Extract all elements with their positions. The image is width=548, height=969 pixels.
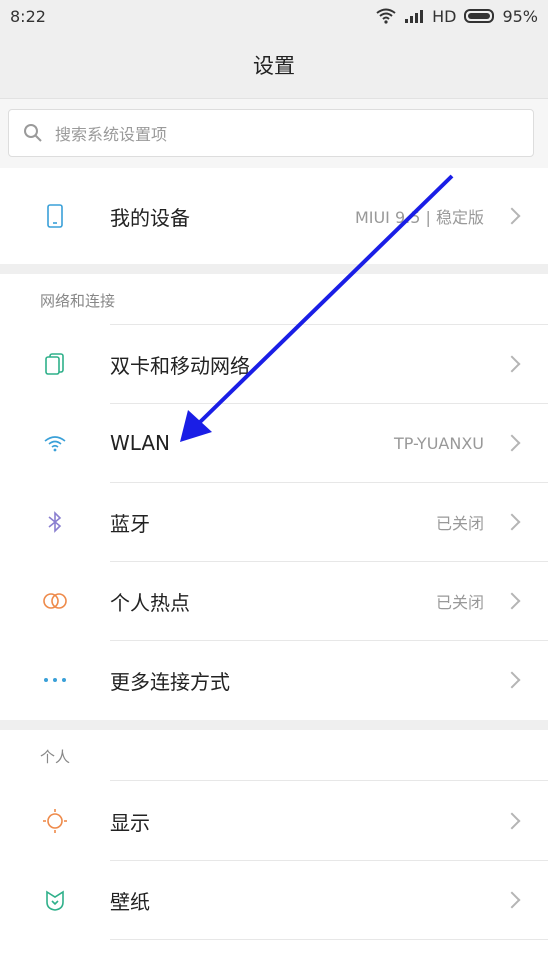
my-device-value: MIUI 9.5 | 稳定版 bbox=[354, 208, 484, 227]
display-label: 显示 bbox=[110, 810, 150, 835]
chevron-right-icon bbox=[503, 592, 521, 610]
chevron-right-icon bbox=[503, 434, 521, 452]
wifi-icon bbox=[42, 430, 68, 456]
search-area: 搜索系统设置项 bbox=[0, 98, 548, 169]
network-section: 网络和连接 双卡和移动网络 WLAN TP-YUANXU 蓝牙 已关闭 个人热点… bbox=[0, 274, 548, 720]
bluetooth-value: 已关闭 bbox=[435, 514, 484, 533]
network-type: HD bbox=[432, 6, 457, 26]
section-header-personal: 个人 bbox=[40, 748, 71, 766]
wifi-status-icon bbox=[376, 8, 396, 24]
personal-section: 个人 显示 壁纸 bbox=[0, 730, 548, 969]
my-device-label: 我的设备 bbox=[110, 205, 190, 230]
my-device-row[interactable]: 我的设备 MIUI 9.5 | 稳定版 bbox=[0, 176, 548, 256]
bluetooth-label: 蓝牙 bbox=[110, 511, 150, 536]
chevron-right-icon bbox=[503, 891, 521, 909]
chevron-right-icon bbox=[503, 671, 521, 689]
display-row[interactable]: 显示 bbox=[0, 781, 548, 861]
bluetooth-icon bbox=[42, 509, 68, 535]
phone-icon bbox=[42, 203, 68, 229]
hotspot-icon bbox=[42, 588, 68, 614]
more-connections-label: 更多连接方式 bbox=[110, 669, 230, 694]
section-header-network: 网络和连接 bbox=[40, 292, 116, 310]
status-time: 8:22 bbox=[10, 6, 46, 26]
wallpaper-label: 壁纸 bbox=[110, 889, 150, 914]
status-bar: 8:22 HD 95% bbox=[0, 0, 548, 32]
sim-card-icon bbox=[42, 351, 68, 377]
more-connections-row[interactable]: 更多连接方式 bbox=[0, 640, 548, 720]
battery-percent: 95% bbox=[502, 6, 538, 26]
hotspot-value: 已关闭 bbox=[435, 593, 484, 612]
hotspot-label: 个人热点 bbox=[110, 590, 190, 615]
search-placeholder: 搜索系统设置项 bbox=[55, 125, 168, 144]
bluetooth-row[interactable]: 蓝牙 已关闭 bbox=[0, 482, 548, 562]
chevron-right-icon bbox=[503, 207, 521, 225]
battery-icon bbox=[464, 9, 495, 23]
sim-network-label: 双卡和移动网络 bbox=[110, 353, 250, 378]
chevron-right-icon bbox=[503, 513, 521, 531]
wlan-value: TP-YUANXU bbox=[393, 433, 484, 453]
chevron-right-icon bbox=[503, 355, 521, 373]
section-gap bbox=[0, 264, 548, 274]
sun-icon bbox=[42, 808, 68, 834]
chevron-right-icon bbox=[503, 812, 521, 830]
section-gap bbox=[0, 720, 548, 730]
wallpaper-icon bbox=[42, 887, 68, 913]
status-indicators: HD 95% bbox=[376, 7, 538, 26]
wallpaper-row[interactable]: 壁纸 bbox=[0, 860, 548, 940]
more-dots-icon bbox=[42, 667, 68, 693]
wlan-row[interactable]: WLAN TP-YUANXU bbox=[0, 403, 548, 483]
signal-icon bbox=[405, 10, 424, 23]
search-icon bbox=[24, 124, 42, 142]
wlan-label: WLAN bbox=[110, 431, 171, 455]
sim-network-row[interactable]: 双卡和移动网络 bbox=[0, 324, 548, 404]
page-title: 设置 bbox=[253, 54, 295, 78]
device-section: 我的设备 MIUI 9.5 | 稳定版 bbox=[0, 168, 548, 264]
hotspot-row[interactable]: 个人热点 已关闭 bbox=[0, 561, 548, 641]
divider bbox=[110, 939, 548, 940]
search-input[interactable]: 搜索系统设置项 bbox=[8, 109, 534, 157]
